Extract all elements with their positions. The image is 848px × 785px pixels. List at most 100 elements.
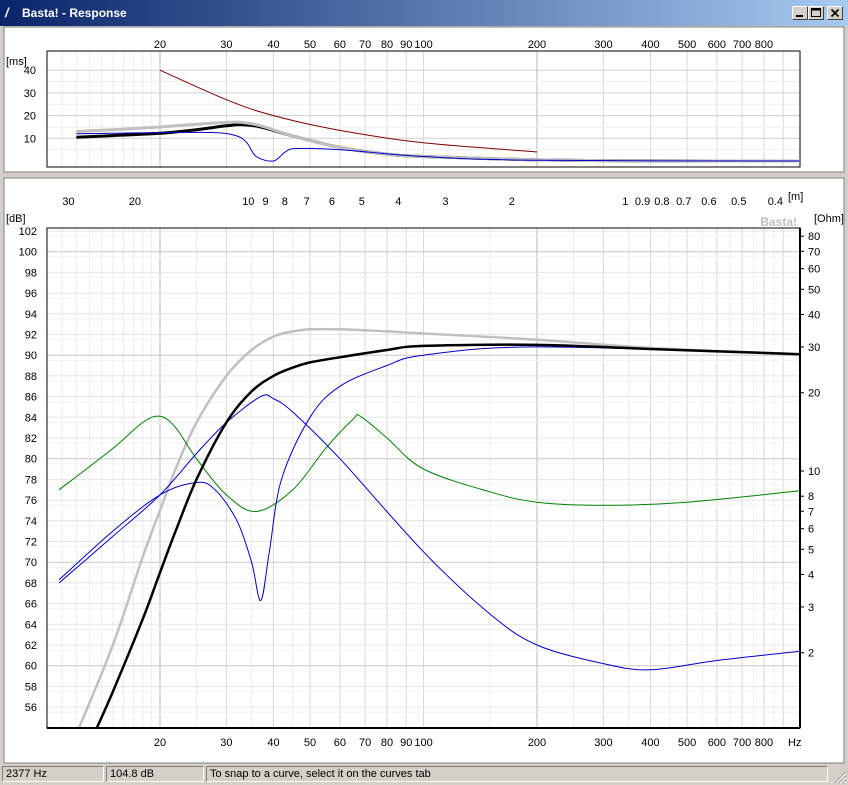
db-tick-label: 68 (25, 578, 37, 590)
ohm-tick-label: 6 (808, 524, 814, 536)
ohm-tick-label: 70 (808, 246, 820, 258)
frequency-tick-label: 500 (678, 39, 696, 51)
db-unit-label: [dB] (6, 213, 26, 225)
status-frequency: 2377 Hz (2, 766, 104, 782)
frequency-tick-label: 400 (641, 39, 659, 51)
frequency-tick-label: 60 (334, 737, 346, 749)
ohm-tick-label: 50 (808, 284, 820, 296)
app-icon: / (5, 5, 9, 20)
status-message: To snap to a curve, select it on the cur… (206, 766, 828, 782)
wavelength-tick-label: 0.7 (676, 196, 691, 208)
ohm-tick-label: 80 (808, 231, 820, 243)
delay-tick-label: 20 (24, 111, 36, 123)
db-tick-label: 56 (25, 702, 37, 714)
wavelength-tick-label: 7 (304, 196, 310, 208)
delay-tick-label: 30 (24, 88, 36, 100)
frequency-tick-label: 90 (400, 39, 412, 51)
frequency-tick-label: 30 (220, 39, 232, 51)
hz-unit-label: Hz (788, 737, 801, 749)
frequency-tick-label: 50 (304, 737, 316, 749)
response-grid (47, 228, 800, 728)
minimize-button[interactable] (792, 6, 808, 20)
db-tick-label: 96 (25, 288, 37, 300)
maximize-button[interactable] (808, 6, 824, 20)
ohm-tick-label: 40 (808, 309, 820, 321)
panel-splitter[interactable] (0, 173, 848, 177)
db-tick-label: 64 (25, 619, 37, 631)
db-tick-label: 78 (25, 474, 37, 486)
frequency-tick-label: 700 (733, 39, 751, 51)
plot-area[interactable]: 20 30 40 50 60 70 80 90 100 200 300 400 500 600 700 800… (0, 26, 848, 764)
wavelength-tick-label: 20 (129, 196, 141, 208)
frequency-tick-label: 80 (381, 39, 393, 51)
ohm-tick-label: 7 (808, 506, 814, 518)
ohm-tick-label: 30 (808, 342, 820, 354)
frequency-tick-label: 40 (267, 737, 279, 749)
group-delay-grid (47, 51, 800, 167)
status-level: 104.8 dB (106, 766, 204, 782)
frequency-tick-label: 600 (708, 737, 726, 749)
db-tick-label: 102 (19, 226, 37, 238)
wavelength-tick-label: 0.8 (654, 196, 669, 208)
frequency-tick-label: 50 (304, 39, 316, 51)
wavelength-unit-label: [m] (788, 191, 803, 203)
db-tick-label: 80 (25, 454, 37, 466)
frequency-tick-label: 700 (733, 737, 751, 749)
ohm-tick-label: 10 (808, 466, 820, 478)
wavelength-tick-label: 10 (242, 196, 254, 208)
frequency-tick-label: 70 (359, 39, 371, 51)
ohm-tick-label: 8 (808, 491, 814, 503)
frequency-tick-label: 200 (528, 737, 546, 749)
frequency-tick-label: 500 (678, 737, 696, 749)
frequency-tick-label: 20 (154, 737, 166, 749)
ohm-unit-label: [Ohm] (814, 213, 844, 225)
db-tick-label: 58 (25, 681, 37, 693)
status-bar: 2377 Hz 104.8 dB To snap to a curve, sel… (0, 764, 848, 785)
db-tick-label: 94 (25, 309, 37, 321)
frequency-tick-label: 40 (267, 39, 279, 51)
frequency-tick-label: 800 (755, 39, 773, 51)
wavelength-tick-label: 4 (395, 196, 401, 208)
frequency-tick-label: 70 (359, 737, 371, 749)
wavelength-tick-label: 0.6 (701, 196, 716, 208)
db-tick-label: 82 (25, 433, 37, 445)
ohm-tick-label: 20 (808, 388, 820, 400)
ohm-tick-label: 3 (808, 602, 814, 614)
db-tick-label: 100 (19, 247, 37, 259)
db-tick-label: 70 (25, 557, 37, 569)
resize-grip-icon[interactable] (833, 770, 847, 784)
frequency-tick-label: 100 (414, 39, 432, 51)
db-tick-label: 66 (25, 599, 37, 611)
frequency-tick-label: 400 (641, 737, 659, 749)
delay-tick-label: 10 (24, 133, 36, 145)
ohm-tick-label: 2 (808, 648, 814, 660)
wavelength-tick-label: 9 (263, 196, 269, 208)
wavelength-tick-label: 2 (509, 196, 515, 208)
db-tick-label: 74 (25, 516, 37, 528)
ohm-tick-label: 60 (808, 264, 820, 276)
wavelength-tick-label: 5 (359, 196, 365, 208)
group-delay-unit-label: [ms] (6, 56, 27, 68)
close-button[interactable] (827, 6, 843, 20)
db-tick-label: 92 (25, 330, 37, 342)
frequency-tick-label: 600 (708, 39, 726, 51)
ohm-tick-label: 5 (808, 544, 814, 556)
frequency-tick-label: 90 (400, 737, 412, 749)
frequency-tick-label: 60 (334, 39, 346, 51)
wavelength-tick-label: 30 (62, 196, 74, 208)
wavelength-tick-label: 8 (282, 196, 288, 208)
db-tick-label: 72 (25, 537, 37, 549)
db-tick-label: 62 (25, 640, 37, 652)
title-bar[interactable]: / Basta! - Response (0, 0, 848, 26)
db-tick-label: 88 (25, 371, 37, 383)
db-tick-label: 76 (25, 495, 37, 507)
db-tick-label: 86 (25, 392, 37, 404)
main-window: / Basta! - Response 20 30 40 50 60 70 80 90 100 2… (0, 0, 848, 785)
db-tick-label: 60 (25, 661, 37, 673)
wavelength-tick-label: 0.9 (635, 196, 650, 208)
frequency-tick-label: 300 (594, 39, 612, 51)
frequency-tick-label: 80 (381, 737, 393, 749)
ohm-tick-label: 4 (808, 569, 814, 581)
db-tick-label: 98 (25, 267, 37, 279)
wavelength-tick-label: 6 (329, 196, 335, 208)
